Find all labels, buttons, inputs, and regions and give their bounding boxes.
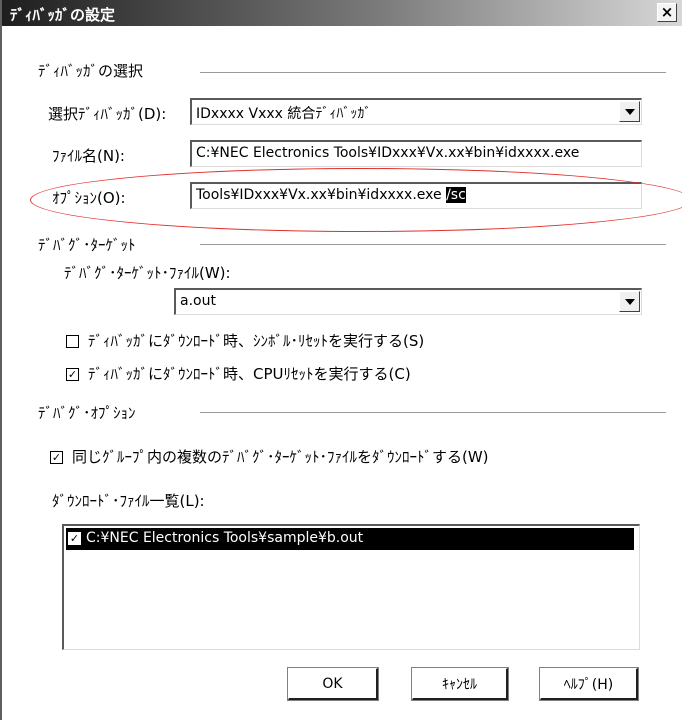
check-icon: ✓ <box>51 451 62 464</box>
group-label-debugger-select: ﾃﾞｨﾊﾞｯｶﾞの選択 <box>38 62 144 80</box>
debugger-label: 選択ﾃﾞｨﾊﾞｯｶﾞ(D): <box>48 105 167 123</box>
close-button[interactable]: × <box>657 3 677 22</box>
cancel-button-label: ｷｬﾝｾﾙ <box>442 676 477 693</box>
ok-button-label: OK <box>322 675 343 692</box>
target-file-label: ﾃﾞﾊﾞｸﾞ･ﾀｰｹﾞｯﾄ･ﾌｧｲﾙ(W): <box>64 264 231 282</box>
group-divider <box>200 412 666 414</box>
check-icon: ✓ <box>69 532 80 545</box>
download-multiple-label[interactable]: 同じｸﾞﾙｰﾌﾟ内の複数のﾃﾞﾊﾞｸﾞ･ﾀｰｹﾞｯﾄ･ﾌｧｲﾙをﾀﾞｳﾝﾛｰﾄﾞ… <box>72 446 489 467</box>
help-button[interactable]: ﾍﾙﾌﾟ(H) <box>539 667 639 701</box>
option-text: Tools¥IDxxx¥Vx.xx¥bin¥idxxxx.exe /sc <box>196 187 466 203</box>
cancel-button[interactable]: ｷｬﾝｾﾙ <box>411 667 509 701</box>
group-label-debug-option: ﾃﾞﾊﾞｸﾞ･ｵﾌﾟｼｮﾝ <box>38 404 136 422</box>
download-file-list[interactable]: ✓ C:¥NEC Electronics Tools¥sample¥b.out <box>62 524 640 650</box>
target-file-dropdown[interactable]: a.out <box>174 288 642 315</box>
group-divider <box>200 72 666 74</box>
cpu-reset-checkbox[interactable]: ✓ <box>66 368 79 381</box>
option-selected-text: /sc <box>446 187 466 203</box>
download-list-label: ﾀﾞｳﾝﾛｰﾄﾞ･ﾌｧｲﾙ一覧(L): <box>52 492 205 510</box>
help-button-label: ﾍﾙﾌﾟ(H) <box>563 676 614 693</box>
group-divider <box>200 244 666 246</box>
debugger-dropdown[interactable]: IDxxxx Vxxx 統合ﾃﾞｨﾊﾞｯｶﾞ <box>190 98 642 125</box>
chevron-down-icon[interactable] <box>619 291 640 312</box>
title-bar[interactable]: ﾃﾞｨﾊﾞｯｶﾞの設定 × <box>2 0 682 26</box>
window-title: ﾃﾞｨﾊﾞｯｶﾞの設定 <box>10 6 116 24</box>
chevron-down-icon[interactable] <box>619 101 640 122</box>
filename-value: C:¥NEC Electronics Tools¥IDxxx¥Vx.xx¥bin… <box>196 145 580 161</box>
symbol-reset-label[interactable]: ﾃﾞｨﾊﾞｯｶﾞにﾀﾞｳﾝﾛｰﾄﾞ時、ｼﾝﾎﾞﾙ･ﾘｾｯﾄを実行する(S) <box>88 330 424 351</box>
option-label: ｵﾌﾟｼｮﾝ(O): <box>52 189 126 207</box>
symbol-reset-checkbox[interactable] <box>66 335 79 348</box>
filename-label: ﾌｧｲﾙ名(N): <box>52 147 125 165</box>
list-item-label: C:¥NEC Electronics Tools¥sample¥b.out <box>86 530 364 546</box>
filename-input[interactable]: C:¥NEC Electronics Tools¥IDxxx¥Vx.xx¥bin… <box>190 140 642 167</box>
option-input[interactable]: Tools¥IDxxx¥Vx.xx¥bin¥idxxxx.exe /sc <box>190 182 642 209</box>
ok-button[interactable]: OK <box>287 667 379 701</box>
option-value: Tools¥IDxxx¥Vx.xx¥bin¥idxxxx.exe <box>196 187 442 203</box>
download-multiple-checkbox[interactable]: ✓ <box>50 451 63 464</box>
target-file-value: a.out <box>180 293 216 309</box>
list-item-checkbox[interactable]: ✓ <box>68 532 81 545</box>
check-icon: ✓ <box>67 368 78 381</box>
debugger-settings-dialog: ﾃﾞｨﾊﾞｯｶﾞの設定 × ﾃﾞｨﾊﾞｯｶﾞの選択 選択ﾃﾞｨﾊﾞｯｶﾞ(D):… <box>0 0 682 720</box>
group-label-debug-target: ﾃﾞﾊﾞｸﾞ･ﾀｰｹﾞｯﾄ <box>38 236 136 254</box>
cpu-reset-label[interactable]: ﾃﾞｨﾊﾞｯｶﾞにﾀﾞｳﾝﾛｰﾄﾞ時、CPUﾘｾｯﾄを実行する(C) <box>88 363 411 384</box>
debugger-value: IDxxxx Vxxx 統合ﾃﾞｨﾊﾞｯｶﾞ <box>196 106 372 122</box>
close-icon: × <box>660 3 674 21</box>
list-item[interactable]: ✓ C:¥NEC Electronics Tools¥sample¥b.out <box>66 528 634 550</box>
